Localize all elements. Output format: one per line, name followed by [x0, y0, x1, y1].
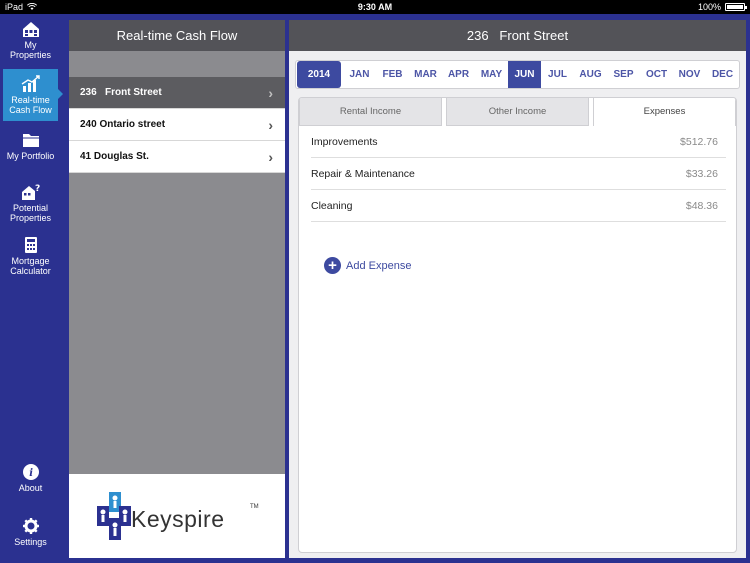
nav-label: About [18, 483, 43, 493]
nav-my-properties[interactable]: My Properties [3, 20, 58, 66]
plus-circle-icon: + [324, 257, 341, 274]
chevron-right-icon: › [268, 149, 273, 165]
nav-about[interactable]: i About [3, 463, 58, 499]
nav-label: Settings [14, 537, 47, 547]
expense-label: Repair & Maintenance [311, 168, 415, 180]
expense-amount: $512.76 [680, 136, 718, 148]
expense-amount: $48.36 [685, 200, 718, 212]
detail-panel: 236 Front Street 2014 JAN FEB MAR APR MA… [289, 20, 746, 558]
month-nov[interactable]: NOV [673, 61, 706, 88]
tab-expenses[interactable]: Expenses [593, 98, 736, 126]
expense-row[interactable]: Improvements $512.76 [311, 126, 726, 158]
nav-label: My Properties [9, 40, 52, 60]
battery-icon [725, 3, 747, 11]
panel-title: Real-time Cash Flow [69, 20, 285, 51]
month-mar[interactable]: MAR [409, 61, 442, 88]
list-spacer [69, 51, 285, 77]
nav-label: Potential Properties [9, 203, 52, 223]
nav-label: My Portfolio [6, 151, 55, 161]
calculator-icon [24, 237, 37, 253]
detail-title: 236 Front Street [289, 20, 746, 51]
bar-chart-icon [21, 75, 40, 92]
info-icon: i [22, 464, 39, 480]
expenses-card: Rental Income Other Income Expenses Impr… [298, 97, 737, 553]
month-jun[interactable]: JUN [508, 61, 541, 88]
expense-row[interactable]: Cleaning $48.36 [311, 190, 726, 222]
logo-wordmark: Keyspire [131, 506, 225, 532]
battery-percent: 100% [697, 2, 721, 12]
month-aug[interactable]: AUG [574, 61, 607, 88]
month-sep[interactable]: SEP [607, 61, 640, 88]
month-jul[interactable]: JUL [541, 61, 574, 88]
property-item[interactable]: 240 Ontario street › [69, 109, 285, 141]
nav-potential-properties[interactable]: ? Potential Properties [3, 183, 58, 229]
income-tabs: Rental Income Other Income Expenses [299, 98, 736, 126]
left-nav: My Properties Real-time Cash Flow My Por… [0, 14, 69, 563]
logo-mark-icon [97, 492, 131, 540]
clock: 9:30 AM [357, 2, 393, 12]
nav-cash-flow[interactable]: Real-time Cash Flow [3, 69, 63, 121]
property-list-panel: Real-time Cash Flow 236 Front Street › 2… [69, 20, 285, 558]
tab-rental-income[interactable]: Rental Income [299, 98, 442, 126]
svg-text:i: i [29, 468, 33, 479]
property-item[interactable]: 236 Front Street › [69, 77, 285, 109]
nav-settings[interactable]: Settings [3, 517, 58, 553]
add-expense-button[interactable]: + Add Expense [324, 257, 411, 274]
keyspire-logo: Keyspire TM [69, 474, 285, 558]
month-dec[interactable]: DEC [706, 61, 739, 88]
add-expense-label: Add Expense [346, 259, 412, 272]
year-button[interactable]: 2014 [297, 61, 341, 88]
nav-label: Real-time Cash Flow [9, 95, 52, 115]
expense-label: Improvements [311, 136, 378, 148]
nav-my-portfolio[interactable]: My Portfolio [3, 131, 58, 177]
chevron-right-icon: › [268, 117, 273, 133]
property-name: 240 Ontario street [80, 119, 166, 130]
property-name: 236 Front Street [80, 87, 162, 98]
gear-icon [22, 518, 39, 534]
chevron-right-icon: › [268, 85, 273, 101]
month-jan[interactable]: JAN [343, 61, 376, 88]
folder-icon [22, 134, 39, 147]
month-oct[interactable]: OCT [640, 61, 673, 88]
nav-label: Mortgage Calculator [10, 256, 51, 276]
expense-amount: $33.26 [685, 168, 718, 180]
expense-row[interactable]: Repair & Maintenance $33.26 [311, 158, 726, 190]
logo-trademark: TM [250, 504, 259, 510]
month-selector: 2014 JAN FEB MAR APR MAY JUN JUL AUG SEP… [295, 60, 740, 89]
property-name: 41 Douglas St. [80, 151, 149, 162]
tab-other-income[interactable]: Other Income [446, 98, 589, 126]
nav-mortgage-calculator[interactable]: Mortgage Calculator [3, 236, 58, 282]
expense-label: Cleaning [311, 200, 353, 212]
month-apr[interactable]: APR [442, 61, 475, 88]
status-bar: iPad 9:30 AM 100% [0, 0, 750, 14]
house-icon [22, 22, 39, 37]
month-may[interactable]: MAY [475, 61, 508, 88]
svg-text:?: ? [35, 184, 40, 194]
month-feb[interactable]: FEB [376, 61, 409, 88]
house-question-icon: ? [21, 184, 40, 200]
property-item[interactable]: 41 Douglas St. › [69, 141, 285, 173]
